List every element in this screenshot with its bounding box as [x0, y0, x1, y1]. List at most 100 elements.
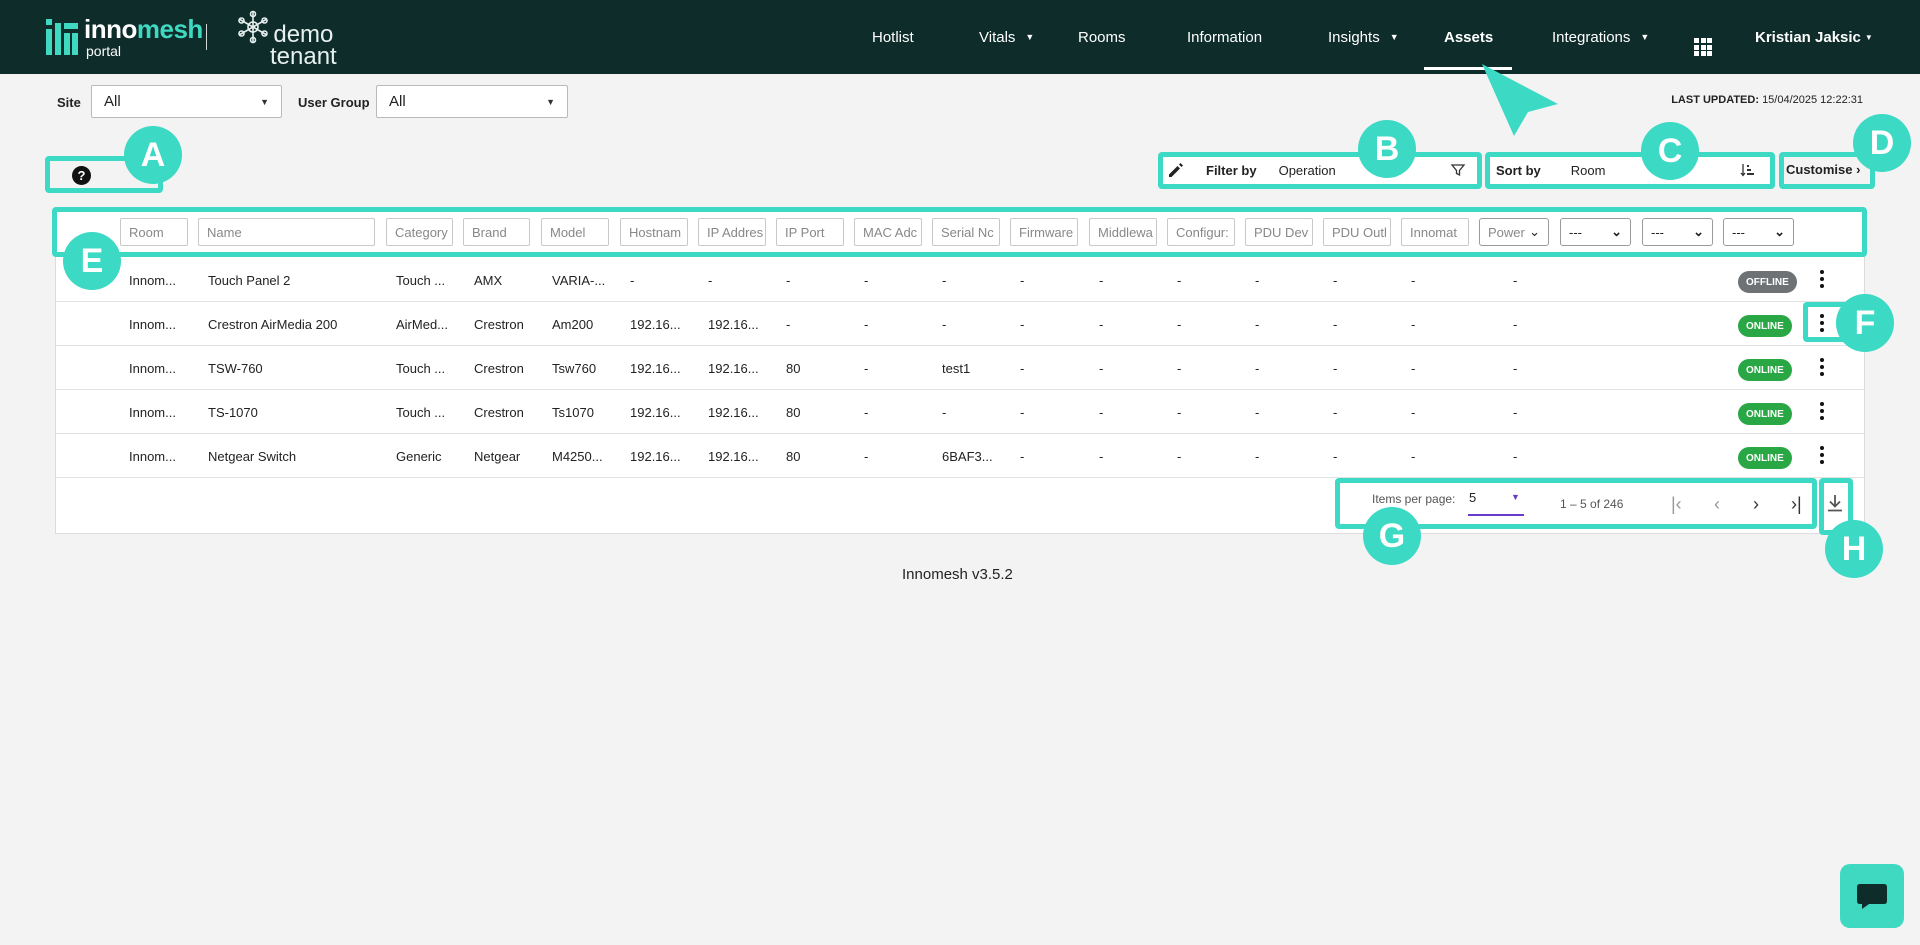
- user-group-label: User Group: [298, 95, 370, 110]
- table-cell: -: [1333, 448, 1338, 464]
- row-menu-icon[interactable]: [1818, 358, 1826, 376]
- table-cell: -: [942, 272, 947, 288]
- table-row[interactable]: Innom... Touch Panel 2 Touch ... AMX VARIA-.…: [56, 258, 1864, 302]
- table-cell: -: [1177, 448, 1182, 464]
- status-badge: ONLINE: [1738, 315, 1792, 337]
- apps-grid-icon[interactable]: [1694, 38, 1712, 56]
- row-menu-icon[interactable]: [1818, 446, 1826, 464]
- annotation-marker-e: E: [63, 232, 121, 290]
- cursor-arrow-icon: [1482, 64, 1558, 136]
- table-cell: -: [864, 448, 869, 464]
- nav-vitals-label: Vitals: [979, 28, 1016, 46]
- logo-subtitle: portal: [86, 43, 122, 59]
- table-cell: -: [1333, 404, 1338, 420]
- table-cell: Innom...: [129, 448, 176, 464]
- top-navbar: innomesh portal demo tenant Hotlist Vita…: [0, 0, 1920, 74]
- table-cell: 192.16...: [630, 316, 681, 332]
- table-cell: -: [1411, 272, 1416, 288]
- table-cell: Innom...: [129, 272, 176, 288]
- dropdown-arrow-icon: ▼: [260, 96, 269, 107]
- table-cell: Innom...: [129, 360, 176, 376]
- last-updated-value: 15/04/2025 12:22:31: [1762, 94, 1863, 106]
- table-cell: -: [1411, 316, 1416, 332]
- table-cell: -: [1020, 448, 1025, 464]
- user-group-select[interactable]: All ▼: [376, 85, 568, 118]
- last-updated-label: LAST UPDATED:: [1671, 94, 1759, 106]
- table-cell: -: [1513, 404, 1518, 420]
- site-select[interactable]: All ▼: [91, 85, 282, 118]
- nav-rooms[interactable]: Rooms: [1078, 0, 1126, 74]
- table-cell: -: [1020, 272, 1025, 288]
- nav-insights[interactable]: Insights ▼: [1328, 0, 1399, 74]
- table-cell: M4250...: [552, 448, 603, 464]
- table-cell: -: [630, 272, 635, 288]
- annotation-marker-d: D: [1853, 114, 1911, 172]
- table-row[interactable]: Innom... Crestron AirMedia 200 AirMed... Cr…: [56, 302, 1864, 346]
- table-cell: -: [1177, 316, 1182, 332]
- table-cell: Ts1070: [552, 404, 594, 420]
- annotation-box-e: [52, 207, 1867, 257]
- table-cell: 80: [786, 360, 801, 376]
- row-menu-icon[interactable]: [1818, 270, 1826, 288]
- table-cell: -: [864, 272, 869, 288]
- table-cell: 192.16...: [630, 360, 681, 376]
- table-cell: -: [1177, 360, 1182, 376]
- table-cell: -: [942, 404, 947, 420]
- nav-integrations[interactable]: Integrations ▼: [1552, 0, 1649, 74]
- table-cell: 192.16...: [630, 404, 681, 420]
- table-cell: -: [864, 404, 869, 420]
- site-select-value: All: [104, 93, 121, 110]
- table-cell: -: [942, 316, 947, 332]
- user-menu[interactable]: Kristian Jaksic ▼: [1755, 0, 1873, 74]
- table-cell: -: [1099, 316, 1104, 332]
- table-cell: TSW-760: [208, 360, 263, 376]
- table-cell: -: [1020, 316, 1025, 332]
- innomesh-logo-icon: [44, 19, 78, 55]
- nav-hotlist[interactable]: Hotlist: [872, 0, 914, 74]
- table-cell: -: [1513, 316, 1518, 332]
- table-cell: -: [864, 316, 869, 332]
- table-cell: Touch Panel 2: [208, 272, 291, 288]
- nav-vitals[interactable]: Vitals ▼: [979, 0, 1034, 74]
- chevron-down-icon: ▼: [1640, 32, 1650, 42]
- table-cell: -: [708, 272, 713, 288]
- table-cell: 192.16...: [708, 404, 759, 420]
- table-cell: -: [1333, 316, 1338, 332]
- nav-hotlist-label: Hotlist: [872, 28, 914, 46]
- nav-insights-label: Insights: [1328, 28, 1380, 46]
- table-cell: Crestron: [474, 404, 524, 420]
- table-cell: -: [1177, 272, 1182, 288]
- table-row[interactable]: Innom... TS-1070 Touch ... Crestron Ts1070 19…: [56, 390, 1864, 434]
- table-cell: -: [1255, 316, 1260, 332]
- tenant-logo: demo tenant: [236, 10, 337, 70]
- tenant-line-2: tenant: [270, 43, 337, 70]
- nav-assets-label: Assets: [1444, 28, 1494, 46]
- table-cell: VARIA-...: [552, 272, 606, 288]
- table-cell: AMX: [474, 272, 503, 288]
- row-menu-icon[interactable]: [1818, 402, 1826, 420]
- annotation-marker-f: F: [1836, 294, 1894, 352]
- last-updated: LAST UPDATED: 15/04/2025 12:22:31: [1671, 94, 1863, 106]
- table-cell: -: [1333, 360, 1338, 376]
- chat-button[interactable]: [1840, 864, 1904, 928]
- nav-information-label: Information: [1187, 28, 1263, 46]
- annotation-box-c: [1485, 152, 1775, 189]
- table-cell: -: [1255, 448, 1260, 464]
- table-row[interactable]: Innom... Netgear Switch Generic Netgear M425…: [56, 434, 1864, 478]
- table-cell: -: [1333, 272, 1338, 288]
- status-badge: ONLINE: [1738, 447, 1792, 469]
- table-cell: 192.16...: [708, 360, 759, 376]
- table-cell: Crestron: [474, 316, 524, 332]
- table-cell: Tsw760: [552, 360, 597, 376]
- logo-divider: [206, 24, 207, 50]
- table-cell: 192.16...: [708, 316, 759, 332]
- table-cell: -: [1255, 404, 1260, 420]
- table-row[interactable]: Innom... TSW-760 Touch ... Crestron Tsw760 19…: [56, 346, 1864, 390]
- table-cell: -: [786, 316, 791, 332]
- table-cell: Crestron: [474, 360, 524, 376]
- innomesh-logo[interactable]: innomesh portal: [44, 16, 203, 58]
- nav-information[interactable]: Information: [1187, 0, 1262, 74]
- table-cell: -: [1255, 272, 1260, 288]
- table-cell: -: [1411, 448, 1416, 464]
- logo-brand-accent: mesh: [136, 14, 203, 44]
